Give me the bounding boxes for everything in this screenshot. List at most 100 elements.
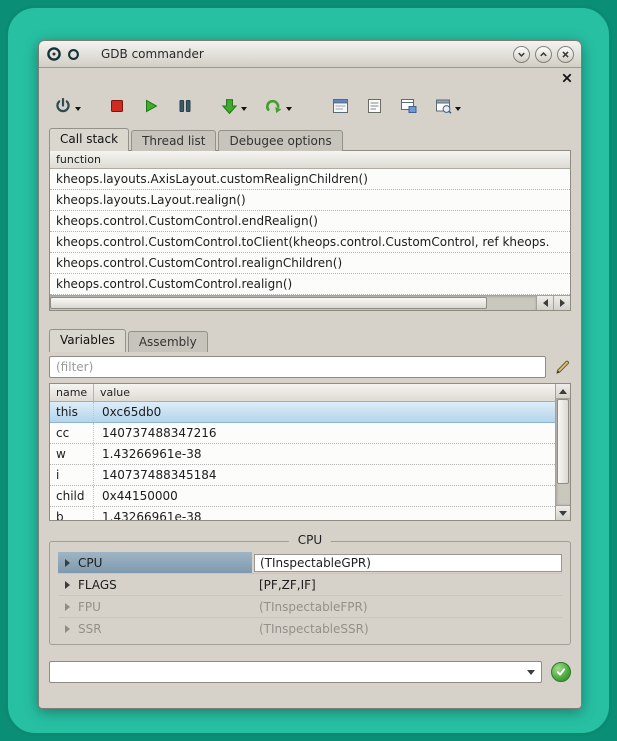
tab-variables[interactable]: Variables [49, 329, 126, 352]
variable-value: 0x44150000 [94, 486, 555, 506]
step-over-icon [265, 98, 283, 115]
toolbar [39, 88, 581, 124]
titlebar[interactable]: GDB commander [39, 41, 581, 68]
variables-table: name value this 0xc65db0 cc 140737488347… [50, 384, 555, 520]
stop-button[interactable] [106, 93, 128, 119]
continue-button[interactable] [262, 93, 295, 119]
maximize-button[interactable] [535, 46, 552, 63]
app-icon [46, 46, 62, 62]
tab-assembly[interactable]: Assembly [128, 331, 208, 352]
show-log-button[interactable] [364, 93, 385, 119]
gdb-commander-window: GDB commander [38, 40, 582, 709]
cpu-row-name-cell[interactable]: SSR [58, 618, 252, 640]
scrollbar-track[interactable] [556, 399, 570, 505]
cpu-row-label: CPU [76, 556, 102, 570]
value-column-header[interactable]: value [94, 384, 555, 401]
shade-button[interactable] [513, 46, 530, 63]
callstack-row[interactable]: kheops.layouts.Layout.realign() [50, 190, 570, 211]
log-doc-icon [367, 98, 382, 114]
chevron-down-icon [241, 107, 247, 111]
scrollbar-thumb[interactable] [557, 399, 569, 484]
cpu-inspector-row[interactable]: FPU (TInspectableFPR) [58, 596, 562, 618]
variable-name: w [50, 444, 94, 464]
variable-row[interactable]: b 1.43266961e-38 [50, 507, 555, 520]
pen-icon [555, 359, 571, 375]
cpu-inspector-row[interactable]: FLAGS [PF,ZF,IF] [58, 574, 562, 596]
top-tabs: Call stack Thread list Debugee options [39, 124, 581, 151]
step-button[interactable] [218, 93, 250, 119]
triangle-up-icon [559, 389, 567, 394]
window-title: GDB commander [101, 47, 204, 61]
scroll-down-button[interactable] [556, 505, 570, 520]
variable-name: i [50, 465, 94, 485]
scroll-right-button[interactable] [553, 296, 570, 310]
expander-icon[interactable] [58, 581, 76, 589]
variable-name: cc [50, 423, 94, 443]
close-button[interactable] [557, 46, 574, 63]
cpu-row-value[interactable]: (TInspectableFPR) [254, 598, 562, 616]
cpu-row-name-cell[interactable]: CPU [58, 552, 252, 573]
tab-debugee-options[interactable]: Debugee options [218, 130, 342, 151]
variable-row[interactable]: cc 140737488347216 [50, 423, 555, 444]
windows-icon [400, 98, 417, 114]
scroll-left-button[interactable] [536, 296, 553, 310]
cpu-row-value[interactable]: (TInspectableSSR) [254, 620, 562, 638]
cpu-row-value[interactable]: [PF,ZF,IF] [254, 576, 562, 594]
name-column-header[interactable]: name [50, 384, 94, 401]
triangle-right-icon [560, 299, 565, 307]
show-output-button[interactable] [329, 93, 352, 119]
variable-row[interactable]: w 1.43266961e-38 [50, 444, 555, 465]
cpu-inspector-row[interactable]: CPU (TInspectableGPR) [58, 552, 562, 574]
variable-row[interactable]: this 0xc65db0 [50, 402, 555, 423]
titlebar-buttons [513, 46, 574, 63]
show-windows-button[interactable] [397, 93, 420, 119]
commands-menu-button[interactable] [432, 93, 464, 119]
cpu-row-label: FLAGS [76, 578, 117, 592]
vertical-scrollbar[interactable] [555, 384, 570, 520]
callstack-row[interactable]: kheops.control.CustomControl.endRealign(… [50, 211, 570, 232]
filter-input[interactable] [49, 356, 546, 378]
variable-row[interactable]: i 140737488345184 [50, 465, 555, 486]
window-menu-icon[interactable] [67, 48, 80, 61]
expander-icon[interactable] [58, 603, 76, 611]
send-command-button[interactable] [551, 662, 571, 682]
scrollbar-track[interactable] [50, 296, 536, 310]
output-doc-icon [332, 98, 349, 114]
command-combobox[interactable] [49, 661, 542, 683]
tab-thread-list[interactable]: Thread list [131, 130, 216, 151]
variable-value: 0xc65db0 [94, 402, 555, 422]
run-button[interactable] [140, 93, 162, 119]
cpu-row-name-cell[interactable]: FPU [58, 596, 252, 617]
dock-close-button[interactable] [562, 73, 572, 83]
variables-header: name value [50, 384, 555, 402]
callstack-row[interactable]: kheops.control.CustomControl.toClient(kh… [50, 232, 570, 253]
variable-value: 140737488345184 [94, 465, 555, 485]
callstack-row[interactable]: kheops.control.CustomControl.realignChil… [50, 253, 570, 274]
commands-icon [435, 98, 452, 114]
check-icon [555, 666, 567, 678]
cpu-inspector-row[interactable]: SSR (TInspectableSSR) [58, 618, 562, 640]
callstack-column-header[interactable]: function [50, 151, 570, 169]
variable-name: b [50, 507, 94, 520]
horizontal-scrollbar[interactable] [50, 295, 570, 310]
expander-icon[interactable] [58, 625, 76, 633]
triangle-down-icon [527, 670, 535, 675]
tab-call-stack[interactable]: Call stack [49, 128, 129, 151]
scroll-up-button[interactable] [556, 384, 570, 399]
cpu-row-value[interactable]: (TInspectableGPR) [254, 554, 562, 572]
run-icon [143, 98, 159, 114]
pause-button[interactable] [174, 93, 196, 119]
filter-pen-button[interactable] [555, 359, 571, 375]
callstack-row[interactable]: kheops.control.CustomControl.realign() [50, 274, 570, 295]
variable-name: this [50, 402, 94, 422]
combo-dropdown-button[interactable] [521, 662, 541, 682]
power-button[interactable] [51, 93, 84, 119]
expander-icon[interactable] [58, 559, 76, 567]
cpu-row-name-cell[interactable]: FLAGS [58, 574, 252, 595]
step-into-icon [221, 98, 238, 115]
command-input[interactable] [50, 662, 521, 682]
scrollbar-thumb[interactable] [50, 297, 487, 309]
variable-row[interactable]: child 0x44150000 [50, 486, 555, 507]
cpu-row-label: FPU [76, 600, 101, 614]
callstack-row[interactable]: kheops.layouts.AxisLayout.customRealignC… [50, 169, 570, 190]
